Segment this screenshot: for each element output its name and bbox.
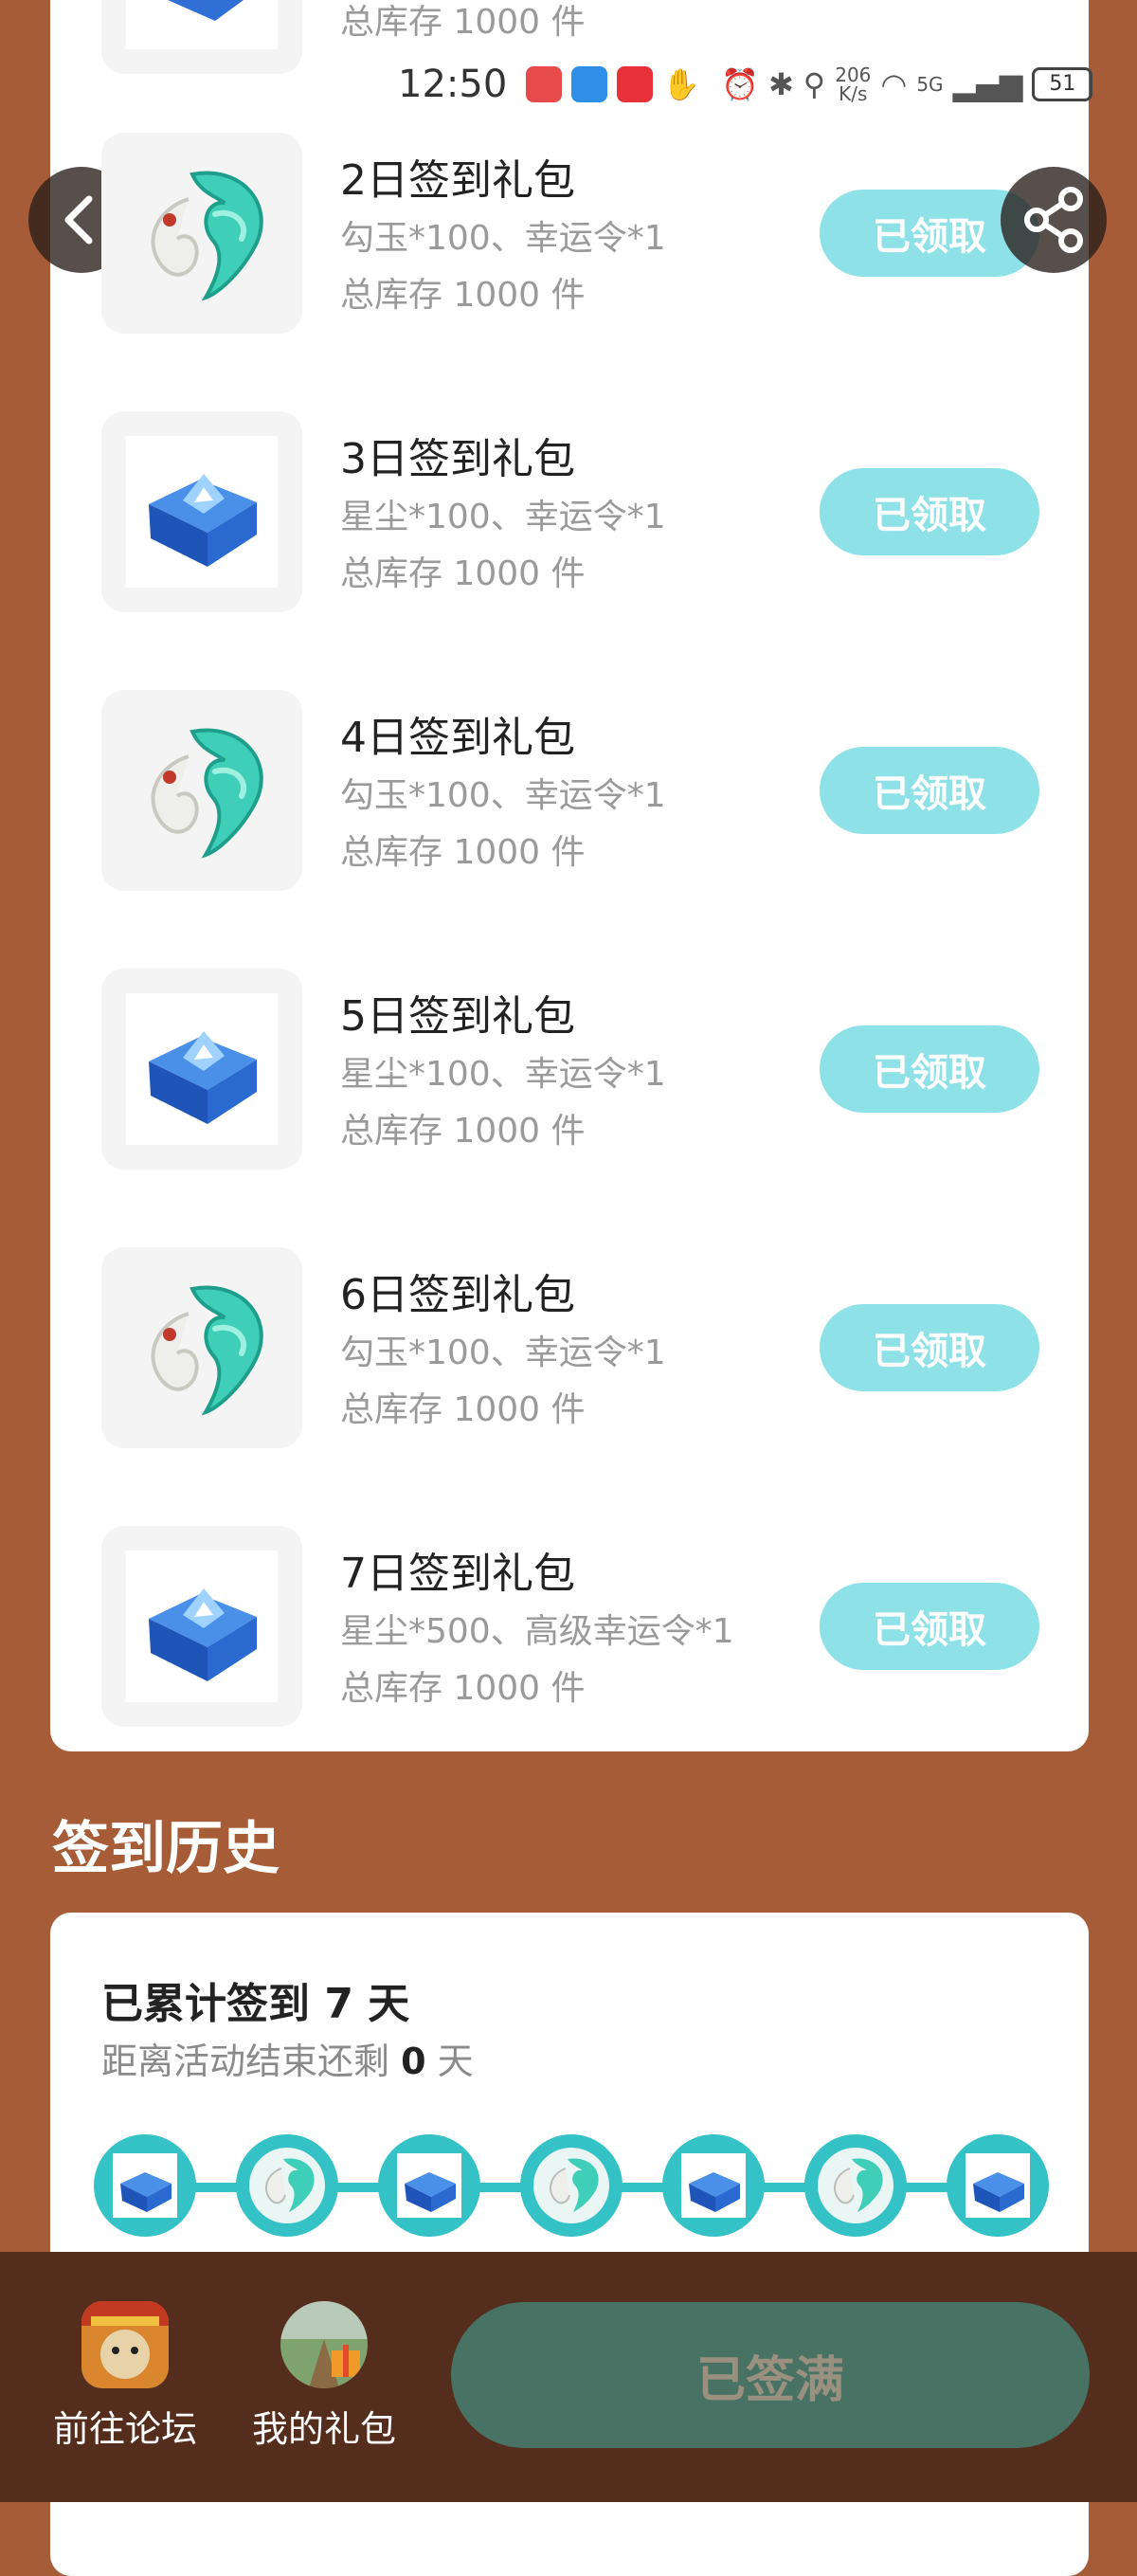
- alarm-icon: ⏰: [721, 66, 759, 102]
- claimed-button[interactable]: 已领取: [820, 1025, 1039, 1113]
- timeline-day-node: [94, 2134, 196, 2237]
- timeline-day-node: [804, 2134, 907, 2237]
- my-gifts-button[interactable]: 我的礼包: [229, 2301, 419, 2462]
- crystal-chest-icon: [966, 2153, 1030, 2218]
- gift-row: 7日签到礼包 星尘*500、高级幸运令*1 总库存 1000 件 已领取: [50, 1526, 1089, 1727]
- net-speed-unit: K/s: [839, 82, 868, 105]
- gift-row: 4日签到礼包 勾玉*100、幸运令*1 总库存 1000 件 已领取: [50, 690, 1089, 891]
- remaining-days-value: 0: [401, 2041, 426, 2082]
- claimed-button[interactable]: 已领取: [820, 468, 1039, 555]
- crystal-chest-icon: [681, 2153, 746, 2218]
- forum-game-avatar-icon: [81, 2301, 169, 2388]
- gift-description: 星尘*500、高级幸运令*1: [340, 1612, 734, 1651]
- my-gifts-avatar-icon: [280, 2301, 368, 2388]
- gift-row: 2日签到礼包 勾玉*100、幸运令*1 总库存 1000 件 已领取: [50, 133, 1089, 334]
- magatama-jade-icon: [151, 1285, 263, 1416]
- share-icon: [1024, 187, 1083, 253]
- crystal-chest-icon: [113, 2153, 177, 2218]
- status-time: 12:50: [398, 63, 508, 106]
- wifi-icon: ◠: [880, 66, 908, 102]
- magatama-jade-icon: [151, 728, 263, 859]
- signed-full-button[interactable]: 已签满: [451, 2302, 1090, 2448]
- timeline-day-node: [947, 2134, 1049, 2237]
- share-button[interactable]: [1001, 167, 1107, 273]
- magatama-jade-icon: [249, 2148, 325, 2223]
- gift-thumbnail: [101, 133, 302, 334]
- hand-icon: ✋: [662, 66, 701, 102]
- gift-thumbnail: [101, 690, 302, 891]
- gift-thumbnail: [101, 1526, 302, 1727]
- gift-title: 2日签到礼包: [340, 156, 575, 205]
- remaining-days-text: 距离活动结束还剩 0 天: [101, 2032, 474, 2084]
- crystal-chest-icon: [126, 0, 278, 49]
- gift-stock: 总库存 1000 件: [340, 1390, 586, 1429]
- timeline-day-node: [378, 2134, 480, 2237]
- status-bar: 12:50 ✋ ⏰ ✱ ⚲ 206 K/s ◠ 5G ▂▄▆ 51: [398, 59, 1093, 110]
- gift-description: 星尘*100、幸运令*1: [340, 498, 666, 536]
- weather-app-icon: [571, 66, 608, 102]
- gift-title: 7日签到礼包: [340, 1550, 575, 1598]
- history-section-title: 签到历史: [52, 1816, 280, 1882]
- gift-row: 5日签到礼包 星尘*100、幸运令*1 总库存 1000 件 已领取: [50, 969, 1089, 1170]
- gift-row: 6日签到礼包 勾玉*100、幸运令*1 总库存 1000 件 已领取: [50, 1247, 1089, 1448]
- crystal-chest-icon: [126, 1551, 278, 1702]
- bluetooth-icon: ✱: [767, 66, 794, 102]
- gift-thumbnail-partial: [101, 0, 302, 74]
- forum-button[interactable]: 前往论坛: [30, 2301, 220, 2462]
- magatama-jade-icon: [151, 171, 263, 301]
- gift-stock: 总库存 1000 件: [340, 554, 586, 593]
- gift-stock: 总库存 1000 件: [340, 276, 586, 315]
- my-gifts-label: 我的礼包: [251, 2408, 396, 2450]
- gift-title: 5日签到礼包: [340, 992, 575, 1041]
- claimed-button[interactable]: 已领取: [820, 1583, 1039, 1670]
- claimed-button[interactable]: 已领取: [820, 747, 1039, 834]
- location-icon: ⚲: [803, 66, 826, 102]
- gift-title: 3日签到礼包: [340, 435, 575, 483]
- gift-title: 6日签到礼包: [340, 1271, 575, 1319]
- gift-description: 星尘*100、幸运令*1: [340, 1055, 666, 1094]
- timeline-day-node: [236, 2134, 338, 2237]
- battery-icon: 51: [1032, 67, 1093, 101]
- signal-icon: ▂▄▆: [952, 66, 1023, 102]
- huawei-app-icon: [526, 66, 563, 102]
- magatama-jade-icon: [533, 2148, 609, 2223]
- crystal-chest-icon: [126, 993, 278, 1145]
- sign-in-count: 已累计签到 7 天: [101, 1980, 410, 2028]
- gift-description: 勾玉*100、幸运令*1: [340, 1333, 666, 1372]
- gift-stock: 总库存 1000 件: [340, 833, 586, 872]
- net-speed: 206 K/s: [835, 65, 871, 103]
- gift-description: 勾玉*100、幸运令*1: [340, 219, 666, 258]
- crystal-chest-icon: [126, 436, 278, 588]
- claimed-button[interactable]: 已领取: [820, 1304, 1039, 1391]
- timeline-day-node: [662, 2134, 765, 2237]
- remaining-prefix: 距离活动结束还剩: [101, 2041, 390, 2082]
- gift-description: 勾玉*100、幸运令*1: [340, 776, 666, 815]
- timeline-day-node: [520, 2134, 623, 2237]
- gift-stock: 总库存 1000 件: [340, 1112, 586, 1151]
- gift-thumbnail: [101, 969, 302, 1170]
- bottom-bar: 前往论坛 我的礼包 已签满: [0, 2252, 1137, 2502]
- gift-thumbnail: [101, 411, 302, 612]
- forum-label: 前往论坛: [52, 2408, 197, 2450]
- remaining-suffix: 天: [437, 2041, 474, 2082]
- gift-thumbnail: [101, 1247, 302, 1448]
- signal-label: 5G: [916, 73, 944, 96]
- magatama-jade-icon: [818, 2148, 893, 2223]
- gift-title: 4日签到礼包: [340, 714, 575, 762]
- gift-stock-partial: 总库存 1000 件: [340, 3, 586, 42]
- gift-row: 3日签到礼包 星尘*100、幸运令*1 总库存 1000 件 已领取: [50, 411, 1089, 612]
- crystal-chest-icon: [397, 2153, 461, 2218]
- gift-stock: 总库存 1000 件: [340, 1669, 586, 1708]
- game-app-icon: [617, 66, 654, 102]
- sign-in-timeline: [50, 2134, 1089, 2239]
